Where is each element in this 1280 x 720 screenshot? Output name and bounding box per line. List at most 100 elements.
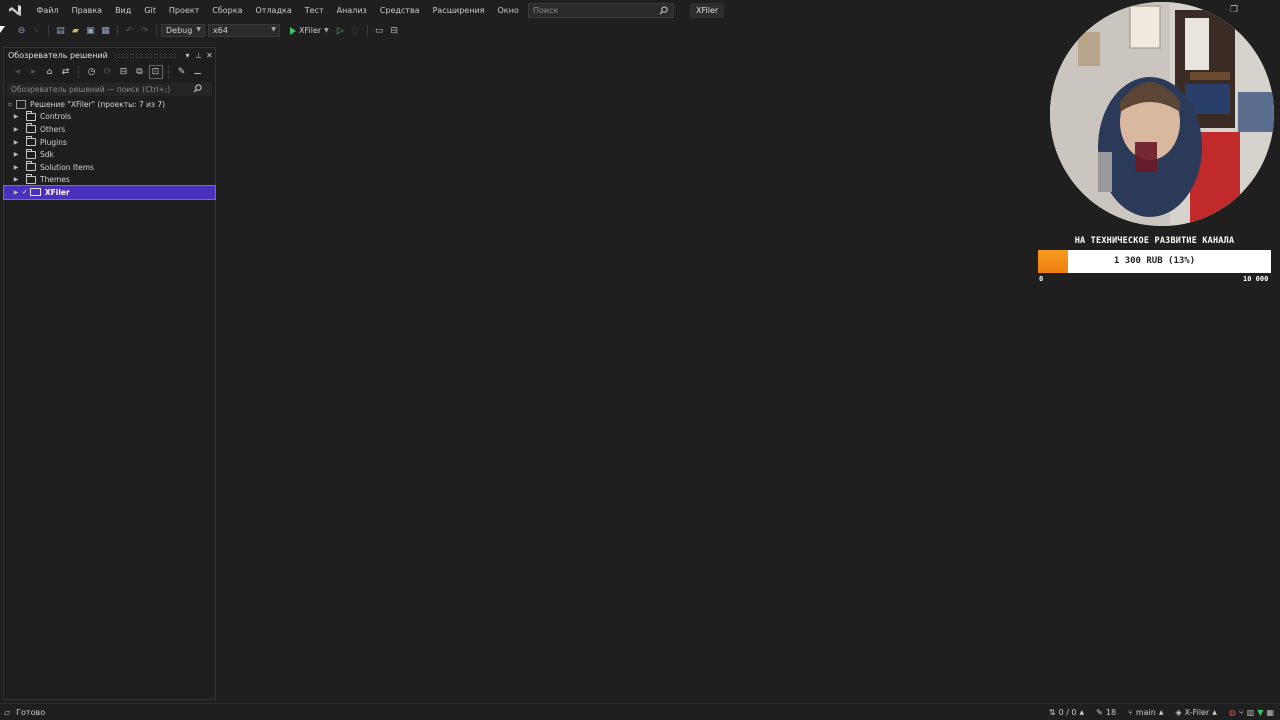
menu-item[interactable]: Тест: [298, 0, 330, 21]
solution-icon: [16, 99, 26, 109]
menu-item[interactable]: Анализ: [330, 0, 373, 21]
streamer-webcam: [1050, 2, 1274, 226]
window-position-dropdown-icon[interactable]: ▾: [182, 51, 193, 60]
toolbar-separator: [78, 66, 79, 78]
pin-icon[interactable]: ⊥: [193, 51, 204, 60]
navigate-back-icon[interactable]: ⊖: [16, 25, 28, 37]
collapsed-arrow-icon[interactable]: ▶: [12, 126, 20, 133]
panel-toggle-icon[interactable]: ▦: [1266, 708, 1274, 717]
collapsed-arrow-icon[interactable]: ▶: [12, 139, 20, 146]
collapsed-arrow-icon[interactable]: ▶: [12, 113, 20, 120]
menu-item[interactable]: Правка: [65, 0, 108, 21]
layout-icon[interactable]: ⊟: [388, 25, 400, 37]
folder-node[interactable]: ▶ Others: [4, 123, 215, 136]
collapse-all-icon[interactable]: ⊟: [118, 66, 130, 78]
menu-item[interactable]: Вид: [109, 0, 138, 21]
search-input[interactable]: Поиск: [528, 3, 674, 18]
pending-edits-indicator[interactable]: ✎ 18: [1096, 708, 1116, 717]
solution-tree: ▫ Решение "XFiler" (проекты: 7 из 7) ▶ Co…: [3, 98, 216, 200]
chevron-down-icon: ▼: [196, 26, 201, 33]
folder-label: Themes: [40, 175, 70, 185]
panel-title: Обозреватель решений: [8, 51, 108, 60]
drag-grip[interactable]: [113, 53, 176, 58]
home-icon[interactable]: ⌂: [44, 66, 56, 78]
pencil-icon: ✎: [1096, 708, 1103, 717]
configuration-dropdown[interactable]: Debug ▼: [161, 24, 205, 37]
menu-item[interactable]: Отладка: [249, 0, 298, 21]
toolbar-separator: [168, 66, 169, 78]
folder-node[interactable]: ▶ Solution Items: [4, 161, 215, 174]
git-changes-indicator[interactable]: ⇅ 0 / 0 ▲: [1049, 708, 1084, 717]
close-icon[interactable]: ✕: [204, 51, 215, 60]
start-without-debugging-icon[interactable]: ▷: [334, 25, 346, 37]
status-icons: ◍ ⑂ ▥ ▼ ▦: [1229, 708, 1274, 717]
menu-item[interactable]: Git: [138, 0, 163, 21]
chevron-down-icon: ▼: [324, 27, 329, 34]
settings-icon[interactable]: ⚊: [192, 66, 204, 78]
notification-icon[interactable]: ◍: [1229, 708, 1236, 717]
menu-item[interactable]: Средства: [373, 0, 426, 21]
folder-node[interactable]: ▶ Themes: [4, 173, 215, 187]
status-text: Готово: [16, 707, 46, 717]
menu-item[interactable]: Файл: [30, 0, 65, 21]
folder-label: Others: [40, 124, 66, 134]
pending-changes-filter-icon[interactable]: ◷: [86, 66, 98, 78]
collapsed-arrow-icon[interactable]: ▶: [12, 176, 20, 183]
solution-explorer-header: Обозреватель решений ▾ ⊥ ✕: [4, 48, 215, 63]
donation-progress-bar: 1 300 RUB (13%): [1038, 250, 1271, 273]
folder-label: Plugins: [40, 137, 67, 147]
collapsed-arrow-icon[interactable]: ▶: [12, 151, 20, 158]
start-debugging-button[interactable]: XFiler ▼: [286, 26, 333, 35]
folder-node[interactable]: ▶ Controls: [4, 110, 215, 124]
platform-dropdown[interactable]: x64 ▼: [208, 24, 280, 37]
output-window-icon[interactable]: ▱: [4, 708, 10, 717]
checkmark-icon: ✓: [22, 188, 28, 197]
save-all-icon[interactable]: ▦: [100, 25, 112, 37]
project-node-xfiler[interactable]: ▶ ✓ XFiler: [3, 185, 216, 200]
sync-icon[interactable]: ⟳: [102, 66, 114, 78]
status-check-icon[interactable]: ▼: [1257, 708, 1263, 717]
forward-icon[interactable]: ▸: [28, 66, 40, 78]
menu-item[interactable]: Окно: [491, 0, 525, 21]
layout-panel-icon[interactable]: ▥: [1247, 708, 1255, 717]
solution-explorer-search-input[interactable]: Обозреватель решений — поиск (Ctrl+;): [7, 83, 212, 96]
switch-views-icon[interactable]: ⇄: [60, 66, 72, 78]
open-file-icon[interactable]: ▰: [70, 25, 82, 37]
repository-selector[interactable]: ◈ X-Filer ▲: [1175, 708, 1216, 717]
menu-item[interactable]: Сборка: [206, 0, 249, 21]
preview-selected-icon[interactable]: ⊡: [148, 65, 163, 79]
visual-studio-logo-icon[interactable]: [8, 4, 22, 18]
folder-label: Controls: [40, 112, 72, 122]
restore-window-icon[interactable]: ❐: [1228, 4, 1240, 16]
folder-icon: [26, 110, 36, 121]
chevron-down-icon: ▼: [271, 26, 276, 33]
properties-wrench-icon[interactable]: ✎: [176, 66, 188, 78]
navigate-forward-icon[interactable]: ›: [31, 25, 43, 37]
show-all-files-icon[interactable]: ⧉: [134, 66, 146, 78]
repository-name: X-Filer: [1184, 708, 1210, 717]
browse-icon[interactable]: ▭: [373, 25, 385, 37]
donation-goal-title: НА ТЕХНИЧЕСКОЕ РАЗВИТИЕ КАНАЛА: [1074, 236, 1235, 246]
expanded-icon[interactable]: ▫: [8, 101, 12, 108]
folder-node[interactable]: ▶ Sdk: [4, 148, 215, 161]
menu-item[interactable]: Расширения: [426, 0, 491, 21]
redo-icon[interactable]: ↷: [139, 25, 151, 37]
attach-process-icon[interactable]: ◌: [349, 25, 361, 37]
collapsed-arrow-icon[interactable]: ▶: [12, 189, 20, 196]
configuration-value: Debug: [166, 26, 193, 35]
search-placeholder: Обозреватель решений — поиск (Ctrl+;): [11, 85, 171, 94]
branch-selector[interactable]: ⑂ main ▲: [1128, 708, 1163, 717]
undo-icon[interactable]: ↶: [124, 25, 136, 37]
solution-root-node[interactable]: ▫ Решение "XFiler" (проекты: 7 из 7): [4, 98, 215, 111]
solution-name-badge: XFiler: [690, 3, 725, 18]
mouse-pointer-icon: [0, 26, 5, 33]
feedback-icon[interactable]: ⑂: [1239, 708, 1244, 717]
new-item-icon[interactable]: ▤: [55, 25, 67, 37]
folder-icon: [26, 161, 36, 172]
save-icon[interactable]: ▣: [85, 25, 97, 37]
solution-explorer-panel: Обозреватель решений ▾ ⊥ ✕ ◂ ▸ ⌂ ⇄ ◷ ⟳ ⊟…: [3, 47, 216, 700]
folder-node[interactable]: ▶ Plugins: [4, 136, 215, 149]
menu-item[interactable]: Проект: [162, 0, 205, 21]
collapsed-arrow-icon[interactable]: ▶: [12, 164, 20, 171]
back-icon[interactable]: ◂: [12, 66, 24, 78]
